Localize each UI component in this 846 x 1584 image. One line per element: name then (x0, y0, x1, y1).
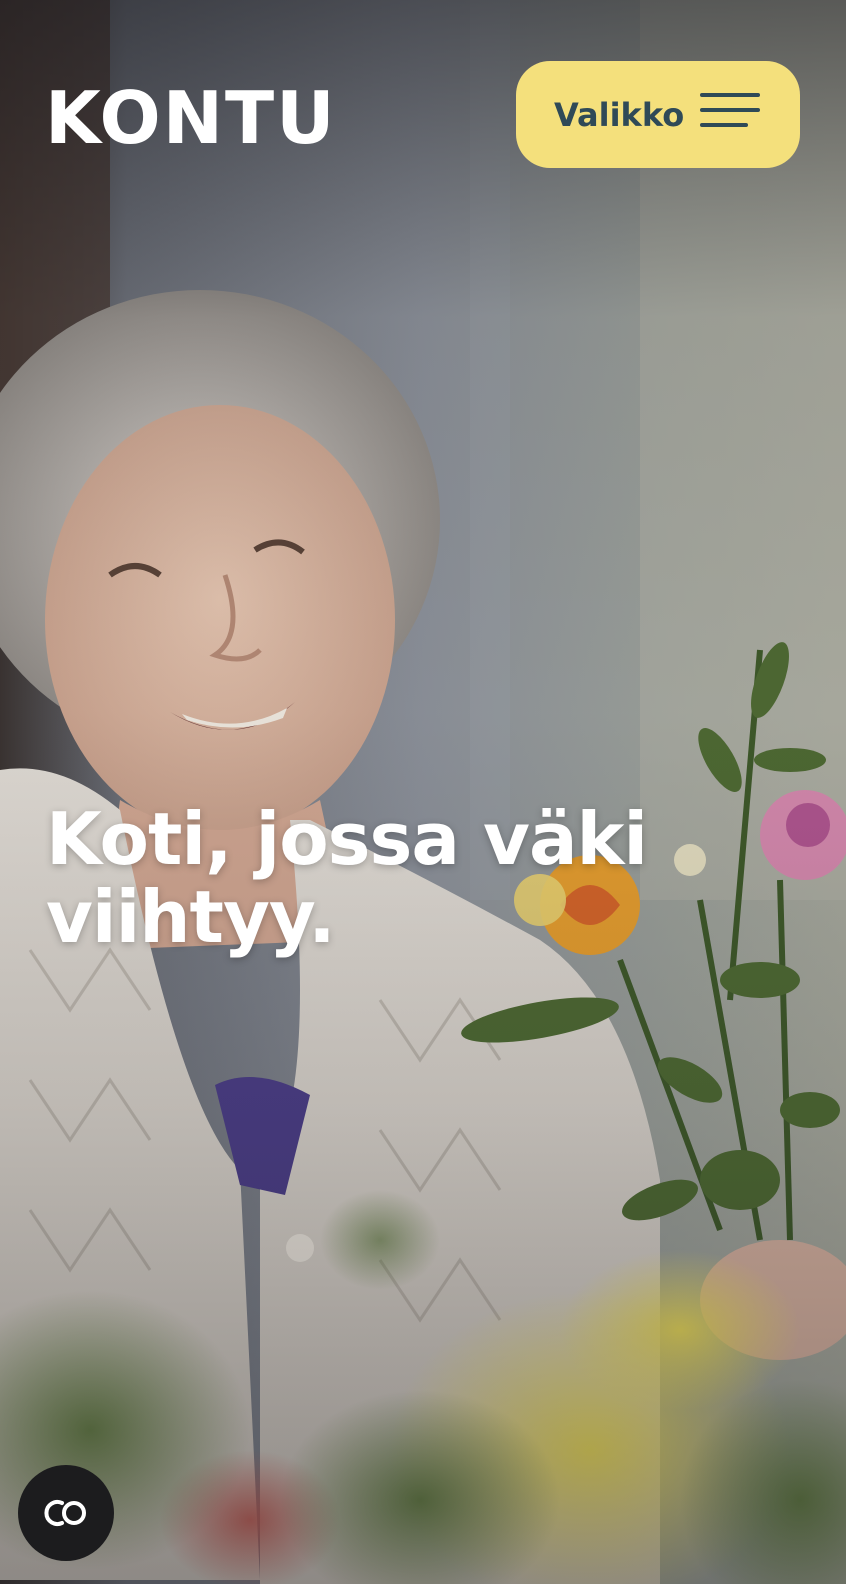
hero-section (0, 0, 846, 1584)
cookie-settings-button[interactable] (18, 1465, 114, 1561)
hero-headline: Koti, jossa väki viihtyy. (46, 797, 648, 959)
hamburger-icon (700, 93, 760, 127)
menu-button[interactable]: Valikko (516, 61, 800, 168)
hero-image (0, 0, 846, 1584)
site-logo[interactable]: KONTU (45, 82, 337, 154)
menu-button-label: Valikko (554, 95, 685, 134)
cookie-settings-icon (44, 1500, 86, 1526)
